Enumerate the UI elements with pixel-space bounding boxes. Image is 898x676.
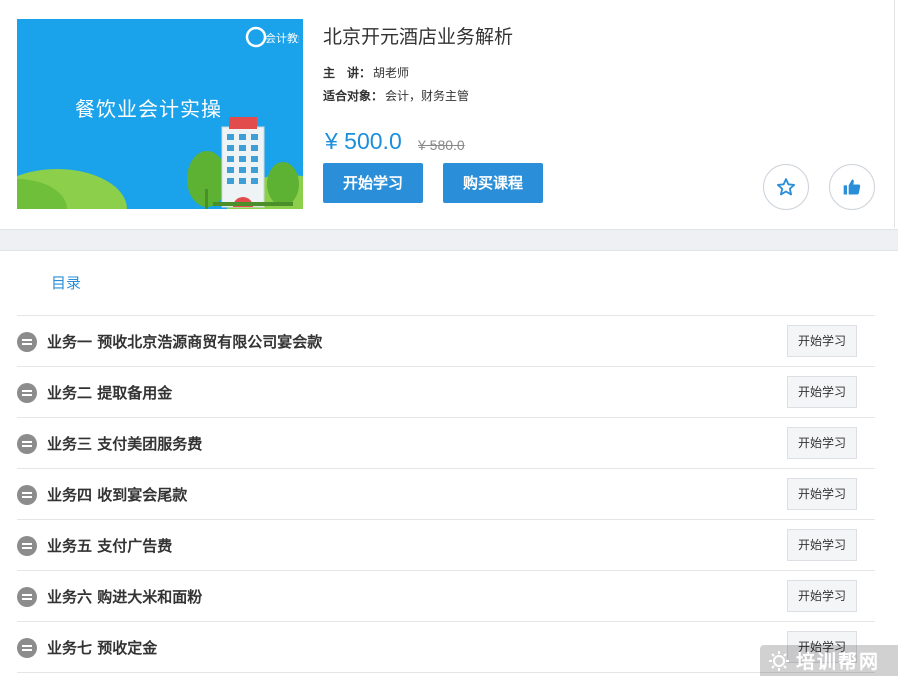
course-thumbnail[interactable]: 会计教练 餐饮业会计实操 xyxy=(17,19,303,209)
lesson-title[interactable]: 业务二 提取备用金 xyxy=(47,382,172,403)
menu-icon xyxy=(17,332,37,352)
lesson-title[interactable]: 业务一 预收北京浩源商贸有限公司宴会款 xyxy=(47,331,322,352)
buy-course-button[interactable]: 购买课程 xyxy=(443,163,543,203)
site-watermark: 培训帮网 xyxy=(760,645,898,676)
lesson-title[interactable]: 业务三 支付美团服务费 xyxy=(47,433,202,454)
lesson-title[interactable]: 业务七 预收定金 xyxy=(47,637,157,658)
lesson-start-button[interactable]: 开始学习 xyxy=(787,376,857,408)
lesson-row: 业务六 购进大米和面粉 开始学习 xyxy=(17,571,875,622)
lesson-row: 业务四 收到宴会尾款 开始学习 xyxy=(17,469,875,520)
brand-logo: 会计教练 xyxy=(245,25,303,49)
lesson-row: 业务五 支付广告费 开始学习 xyxy=(17,520,875,571)
favorite-button[interactable] xyxy=(763,164,809,210)
lesson-start-button[interactable]: 开始学习 xyxy=(787,478,857,510)
menu-icon xyxy=(17,434,37,454)
lecturer-label: 主 讲： xyxy=(323,66,372,80)
lesson-start-button[interactable]: 开始学习 xyxy=(787,580,857,612)
lesson-row: 业务三 支付美团服务费 开始学习 xyxy=(17,418,875,469)
lecturer-info: 主 讲： 胡老师 xyxy=(323,64,409,81)
audience-value: 会计，财务主管 xyxy=(385,89,470,103)
toc-title: 目录 xyxy=(51,274,82,292)
lesson-title[interactable]: 业务四 收到宴会尾款 xyxy=(47,484,187,505)
lesson-row: 业务一 预收北京浩源商贸有限公司宴会款 开始学习 xyxy=(17,316,875,367)
sun-icon xyxy=(769,650,789,671)
menu-icon xyxy=(17,587,37,607)
lesson-start-button[interactable]: 开始学习 xyxy=(787,529,857,561)
lesson-start-button[interactable]: 开始学习 xyxy=(787,325,857,357)
start-learning-button[interactable]: 开始学习 xyxy=(323,163,423,203)
svg-text:会计教练: 会计教练 xyxy=(265,31,299,45)
lesson-list: 业务一 预收北京浩源商贸有限公司宴会款 开始学习 业务二 提取备用金 开始学习 … xyxy=(17,316,875,673)
thumbnail-title: 餐饮业会计实操 xyxy=(75,97,222,121)
lesson-row: 业务二 提取备用金 开始学习 xyxy=(17,367,875,418)
lesson-start-button[interactable]: 开始学习 xyxy=(787,427,857,459)
original-price: ¥ 580.0 xyxy=(418,137,465,153)
menu-icon xyxy=(17,485,37,505)
like-button[interactable] xyxy=(829,164,875,210)
lesson-title[interactable]: 业务六 购进大米和面粉 xyxy=(47,586,202,607)
menu-icon xyxy=(17,536,37,556)
lecturer-name: 胡老师 xyxy=(373,66,410,80)
course-header: 会计教练 餐饮业会计实操 北京开元酒店业务解析 主 讲：胡老师 适合对象：会计，… xyxy=(0,0,895,228)
audience-info: 适合对象： 会计，财务主管 xyxy=(323,87,469,104)
lesson-row: 业务七 预收定金 开始学习 xyxy=(17,622,875,673)
menu-icon xyxy=(17,638,37,658)
course-title: 北京开元酒店业务解析 xyxy=(323,26,514,48)
lesson-title[interactable]: 业务五 支付广告费 xyxy=(47,535,172,556)
menu-icon xyxy=(17,383,37,403)
course-price: ¥ 500.0 xyxy=(325,128,402,154)
star-icon xyxy=(777,178,795,196)
thumbs-up-icon xyxy=(843,179,861,195)
audience-label: 适合对象： xyxy=(323,89,384,103)
watermark-text: 培训帮网 xyxy=(796,651,881,673)
section-divider xyxy=(0,229,898,251)
